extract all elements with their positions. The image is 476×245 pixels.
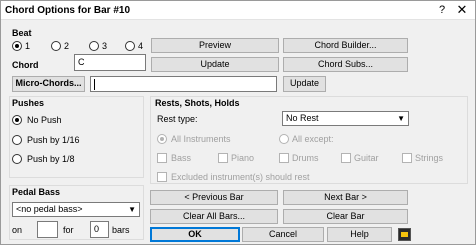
keyboard-icon-fill — [401, 232, 408, 237]
next-bar-button[interactable]: Next Bar > — [283, 190, 408, 205]
pedal-on-label: on — [12, 225, 23, 235]
text-cursor — [94, 79, 95, 90]
all-instruments-radio[interactable] — [157, 134, 167, 144]
rests-heading: Rests, Shots, Holds — [155, 98, 240, 108]
beat-radio-3[interactable] — [89, 41, 99, 51]
chevron-down-icon: ▼ — [128, 205, 136, 214]
preview-button[interactable]: Preview — [151, 38, 279, 53]
beat-heading: Beat — [12, 28, 32, 38]
keyboard-icon[interactable] — [398, 228, 411, 241]
beat-label-2: 2 — [64, 41, 70, 51]
clear-bar-button[interactable]: Clear Bar — [283, 209, 408, 224]
chord-options-dialog: Chord Options for Bar #10 ? ✕ Beat 1 2 3… — [0, 0, 476, 245]
bass-label: Bass — [171, 153, 192, 163]
beat-radio-1[interactable] — [12, 41, 22, 51]
pedal-bass-value: <no pedal bass> — [16, 204, 83, 214]
push-radio-16th[interactable] — [12, 135, 22, 145]
chord-input[interactable]: C — [74, 54, 146, 71]
chord-builder-button[interactable]: Chord Builder... — [283, 38, 408, 53]
push-label-16th: Push by 1/16 — [27, 135, 80, 145]
piano-label: Piano — [231, 153, 255, 163]
clear-all-bars-button[interactable]: Clear All Bars... — [150, 209, 278, 224]
micro-chords-input[interactable] — [90, 76, 277, 92]
pushes-heading: Pushes — [12, 98, 45, 108]
beat-label-3: 3 — [102, 41, 108, 51]
piano-checkbox[interactable] — [218, 153, 228, 163]
drums-label: Drums — [292, 153, 319, 163]
update-button[interactable]: Update — [151, 57, 279, 72]
chord-label: Chord — [12, 60, 39, 70]
bass-checkbox[interactable] — [157, 153, 167, 163]
push-radio-none[interactable] — [12, 115, 22, 125]
all-except-radio[interactable] — [279, 134, 289, 144]
drums-checkbox[interactable] — [279, 153, 289, 163]
beat-radio-4[interactable] — [125, 41, 135, 51]
help-button[interactable]: Help — [327, 227, 392, 242]
micro-chords-button[interactable]: Micro-Chords... — [12, 76, 85, 92]
excluded-rest-checkbox[interactable] — [157, 172, 167, 182]
pedal-bass-select[interactable]: <no pedal bass> ▼ — [12, 202, 140, 217]
pedal-for-input[interactable]: 0 — [90, 221, 109, 238]
guitar-checkbox[interactable] — [341, 153, 351, 163]
push-label-none: No Push — [27, 115, 62, 125]
rest-type-select[interactable]: No Rest ▼ — [282, 111, 409, 126]
micro-chords-update-button[interactable]: Update — [283, 76, 326, 92]
beat-label-1: 1 — [25, 41, 31, 51]
pedal-bars-label: bars — [112, 225, 130, 235]
push-label-8th: Push by 1/8 — [27, 154, 75, 164]
strings-checkbox[interactable] — [402, 153, 412, 163]
pedal-on-input[interactable] — [37, 221, 58, 238]
previous-bar-button[interactable]: < Previous Bar — [150, 190, 278, 205]
title-bar: Chord Options for Bar #10 ? ✕ — [1, 1, 475, 20]
beat-radio-2[interactable] — [51, 41, 61, 51]
pedal-for-label: for — [63, 225, 74, 235]
ok-button[interactable]: OK — [150, 227, 240, 242]
cancel-button[interactable]: Cancel — [242, 227, 324, 242]
rest-type-label: Rest type: — [157, 114, 198, 124]
window-title: Chord Options for Bar #10 — [5, 5, 131, 16]
all-instruments-label: All Instruments — [171, 134, 231, 144]
excluded-rest-label: Excluded instrument(s) should rest — [171, 172, 310, 182]
chevron-down-icon: ▼ — [397, 114, 405, 123]
push-radio-8th[interactable] — [12, 154, 22, 164]
chord-subs-button[interactable]: Chord Subs... — [283, 57, 408, 72]
help-title-button[interactable]: ? — [433, 3, 451, 18]
close-button[interactable]: ✕ — [453, 3, 471, 18]
beat-label-4: 4 — [138, 41, 144, 51]
strings-label: Strings — [415, 153, 444, 163]
pedal-bass-heading: Pedal Bass — [12, 187, 61, 197]
all-except-label: All except: — [292, 134, 334, 144]
guitar-label: Guitar — [354, 153, 379, 163]
rest-type-value: No Rest — [286, 113, 319, 123]
